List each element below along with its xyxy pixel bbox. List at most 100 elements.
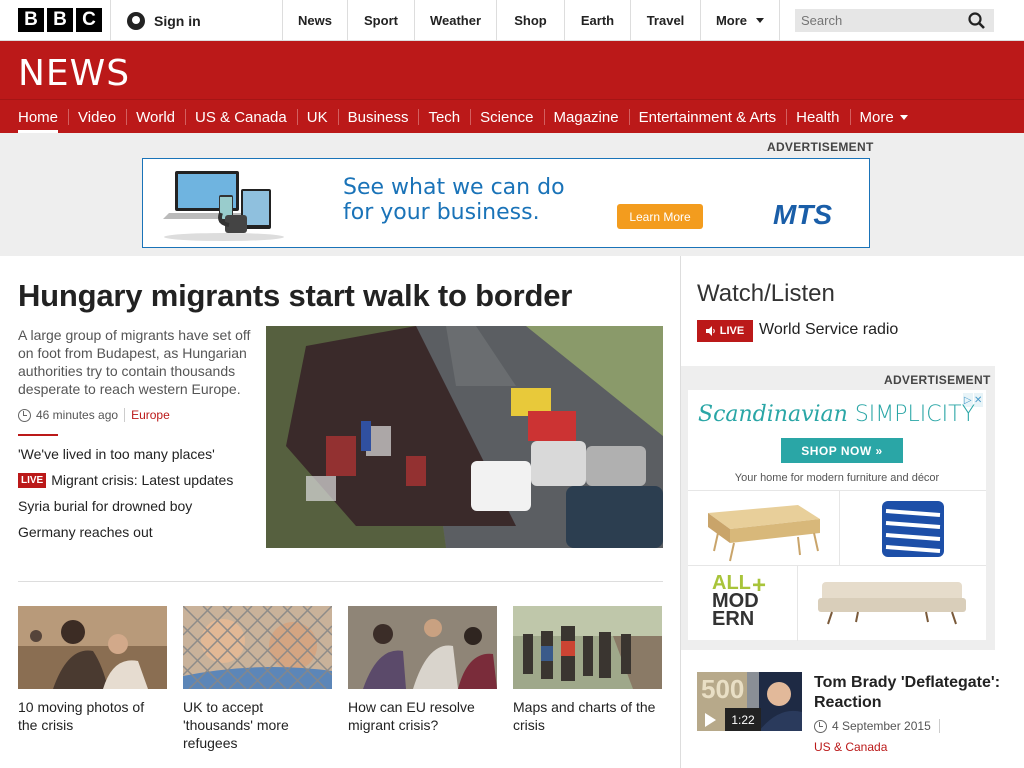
- section-nav-video[interactable]: Video: [68, 100, 126, 134]
- ad-headline-script: Scandinavian: [698, 402, 848, 427]
- story-card[interactable]: UK to accept 'thousands' more refugees: [183, 606, 332, 752]
- story-caption: 10 moving photos of the crisis: [18, 699, 145, 733]
- bbc-logo-letter: C: [76, 8, 102, 32]
- story-card[interactable]: Maps and charts of the crisis: [513, 606, 662, 752]
- meta-divider: [124, 408, 126, 422]
- global-nav-earth[interactable]: Earth: [564, 0, 630, 41]
- section-divider: [18, 581, 663, 582]
- section-nav-science[interactable]: Science: [470, 100, 543, 134]
- section-nav-us-canada[interactable]: US & Canada: [185, 100, 297, 134]
- news-wordmark[interactable]: NEWS: [18, 53, 130, 94]
- story-caption: Maps and charts of the crisis: [513, 699, 656, 733]
- mts-banner-ad[interactable]: See what we can do for your business. Le…: [142, 158, 870, 248]
- global-nav-shop[interactable]: Shop: [496, 0, 564, 41]
- bbc-logo[interactable]: B B C: [18, 8, 102, 32]
- section-nav-more-label: More: [859, 108, 894, 126]
- global-nav-more-label: More: [715, 13, 748, 28]
- related-link-label: Migrant crisis: Latest updates: [51, 472, 234, 488]
- section-nav-business[interactable]: Business: [337, 100, 419, 134]
- related-link[interactable]: LIVE Migrant crisis: Latest updates: [18, 470, 258, 496]
- global-nav-more[interactable]: More: [700, 0, 780, 41]
- meta-divider: [938, 719, 940, 733]
- story-caption: UK to accept 'thousands' more refugees: [183, 699, 289, 751]
- lead-summary: A large group of migrants have set off o…: [18, 327, 251, 397]
- story-caption: How can EU resolve migrant crisis?: [348, 699, 475, 733]
- section-nav-health[interactable]: Health: [786, 100, 849, 134]
- news-masthead: NEWS Home Video World US & Canada UK Bus…: [0, 41, 1024, 134]
- shop-now-button[interactable]: SHOP NOW »: [781, 438, 903, 463]
- section-nav-magazine[interactable]: Magazine: [543, 100, 629, 134]
- pillow-image: [882, 501, 944, 557]
- related-link[interactable]: 'We've lived in too many places': [18, 444, 258, 470]
- live-radio-button[interactable]: LIVE: [697, 320, 753, 342]
- live-label: LIVE: [719, 325, 745, 337]
- product-cell[interactable]: [840, 491, 986, 566]
- product-cell[interactable]: [688, 491, 840, 566]
- lead-photo[interactable]: [266, 326, 663, 548]
- video-title[interactable]: Tom Brady 'Deflategate': Reaction: [814, 673, 1014, 713]
- chevron-down-icon: [756, 18, 765, 23]
- section-nav-more[interactable]: More: [849, 100, 918, 134]
- lead-meta: 46 minutes ago Europe: [18, 408, 170, 422]
- ad-headline-line-1: See what we can do: [343, 175, 565, 200]
- story-thumbnail: [513, 606, 662, 689]
- section-nav: Home Video World US & Canada UK Business…: [0, 99, 1024, 134]
- coffee-table-image: [708, 505, 820, 562]
- related-link-label: Germany reaches out: [18, 524, 153, 540]
- section-nav-entertainment[interactable]: Entertainment & Arts: [628, 100, 787, 134]
- lead-region-link[interactable]: Europe: [131, 408, 170, 422]
- story-thumbnail: [183, 606, 332, 689]
- video-date: 4 September 2015: [832, 719, 931, 733]
- related-link[interactable]: Germany reaches out: [18, 522, 258, 548]
- play-icon[interactable]: [705, 713, 716, 727]
- global-header: B B C Sign in News Sport Weather Shop Ea…: [0, 0, 1024, 41]
- lead-headline[interactable]: Hungary migrants start walk to border: [18, 278, 572, 314]
- watch-listen-heading[interactable]: Watch/Listen: [697, 280, 835, 308]
- story-card[interactable]: 10 moving photos of the crisis: [18, 606, 167, 752]
- right-column: Watch/Listen LIVE World Service radio AD…: [680, 256, 1024, 768]
- product-grid: ALL MOD ERN +: [688, 490, 986, 641]
- ad-subtext: Your home for modern furniture and décor: [734, 472, 940, 484]
- video-meta: 4 September 2015: [814, 719, 940, 733]
- plus-icon: +: [752, 572, 767, 599]
- side-ad-band: ADVERTISEMENT ▷ ✕ Scandinavian SIMPLICITY…: [681, 366, 995, 650]
- allmodern-logo[interactable]: ALL MOD ERN +: [688, 566, 798, 641]
- related-link[interactable]: Syria burial for drowned boy: [18, 496, 258, 522]
- bbc-logo-letter: B: [18, 8, 44, 32]
- sofa-image: [818, 582, 966, 625]
- related-link-label: 'We've lived in too many places': [18, 446, 215, 462]
- live-badge: LIVE: [18, 473, 47, 488]
- search-icon[interactable]: [968, 12, 985, 29]
- global-nav-news[interactable]: News: [282, 0, 347, 41]
- global-nav-sport[interactable]: Sport: [347, 0, 414, 41]
- learn-more-button[interactable]: Learn More: [617, 204, 703, 229]
- world-service-radio-link[interactable]: World Service radio: [759, 321, 898, 339]
- search-input[interactable]: [795, 9, 994, 32]
- global-nav-travel[interactable]: Travel: [630, 0, 700, 41]
- product-cell[interactable]: [798, 566, 986, 641]
- user-icon: [127, 11, 145, 30]
- clock-icon: [814, 719, 827, 733]
- section-nav-home[interactable]: Home: [8, 100, 68, 134]
- related-link-label: Syria burial for drowned boy: [18, 498, 193, 514]
- section-nav-tech[interactable]: Tech: [418, 100, 470, 134]
- signin-link[interactable]: Sign in: [110, 0, 282, 41]
- section-nav-world[interactable]: World: [126, 100, 185, 134]
- story-thumbnail: [18, 606, 167, 689]
- video-duration: 1:22: [725, 708, 761, 731]
- story-card[interactable]: How can EU resolve migrant crisis?: [348, 606, 497, 752]
- lead-timestamp: 46 minutes ago: [36, 408, 119, 422]
- top-ad-band: ADVERTISEMENT See what we can do for you…: [0, 133, 1024, 256]
- allmodern-ad[interactable]: ▷ ✕ Scandinavian SIMPLICITY SHOP NOW » Yo…: [688, 390, 986, 641]
- video-thumbnail-text: 500: [701, 674, 744, 704]
- ad-headline-line-2: for your business.: [343, 200, 540, 225]
- section-nav-uk[interactable]: UK: [296, 100, 338, 134]
- ad-headline-plain: SIMPLICITY: [854, 402, 976, 427]
- chevron-down-icon: [899, 114, 908, 120]
- ad-label: ADVERTISEMENT: [767, 140, 874, 154]
- ad-headline: See what we can do for your business.: [343, 175, 565, 225]
- global-nav: News Sport Weather Shop Earth Travel Mor…: [282, 0, 780, 41]
- video-region-link[interactable]: US & Canada: [814, 740, 887, 754]
- global-nav-weather[interactable]: Weather: [414, 0, 496, 41]
- signin-label: Sign in: [154, 12, 201, 29]
